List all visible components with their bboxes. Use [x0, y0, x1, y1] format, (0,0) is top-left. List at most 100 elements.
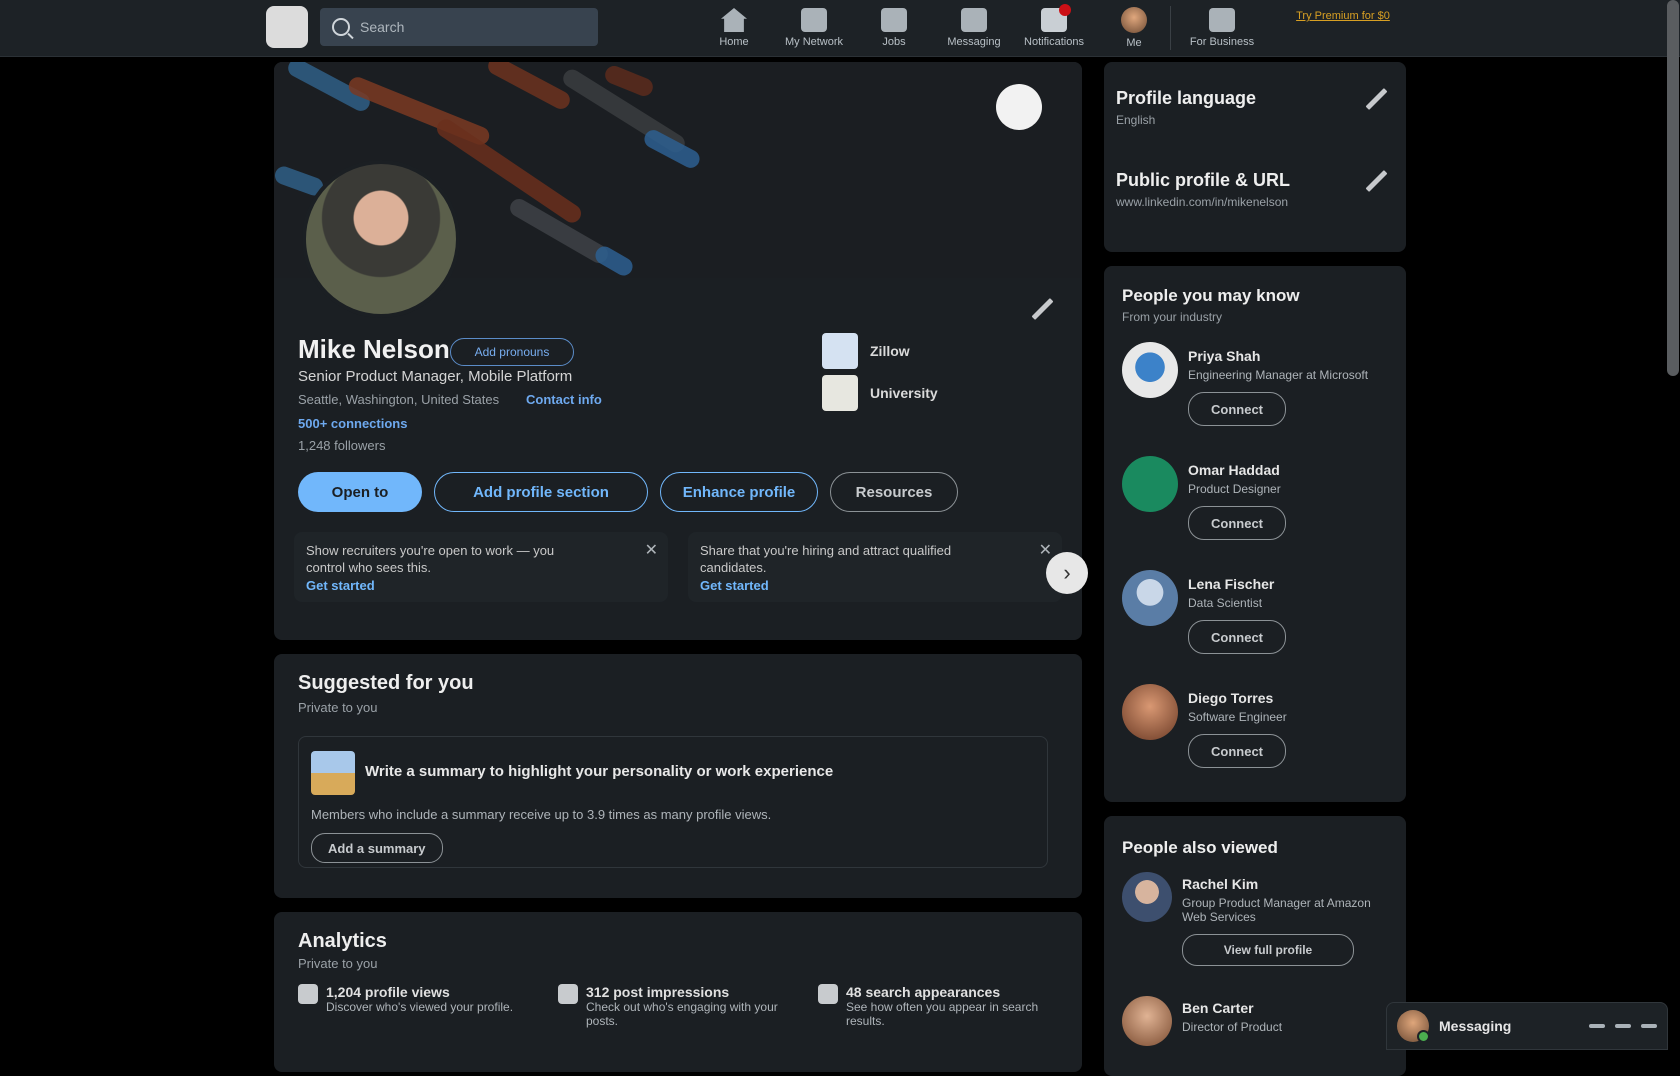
nav-me[interactable]: Me: [1094, 0, 1174, 56]
messaging-dock[interactable]: Messaging: [1386, 1002, 1668, 1050]
nav-jobs-label: Jobs: [882, 36, 906, 48]
nav-messaging[interactable]: Messaging: [934, 0, 1014, 56]
messaging-label: Messaging: [1439, 1018, 1512, 1034]
analytics-desc: Check out who's engaging with your posts…: [586, 1000, 778, 1028]
banner-stroke: [485, 62, 573, 113]
connections-link[interactable]: 500+ connections: [298, 416, 407, 431]
camera-icon[interactable]: [996, 84, 1042, 130]
search-icon: [818, 984, 838, 1004]
avatar[interactable]: [1122, 872, 1172, 922]
connect-button[interactable]: Connect: [1188, 392, 1286, 426]
analytics-head: 48 search appearances: [846, 984, 1001, 1000]
suggested-title: Suggested for you: [298, 672, 474, 694]
edit-intro-icon[interactable]: [1028, 294, 1056, 322]
connect-button[interactable]: Connect: [1188, 734, 1286, 768]
person-name[interactable]: Rachel Kim: [1182, 876, 1258, 892]
hiring-alert: Share that you're hiring and attract qua…: [688, 532, 1062, 602]
alert-text: Show recruiters you're open to work — yo…: [306, 543, 555, 575]
analytics-item[interactable]: 48 search appearances See how often you …: [818, 984, 1048, 1028]
resources-button[interactable]: Resources: [830, 472, 958, 512]
person-name[interactable]: Priya Shah: [1188, 348, 1260, 364]
person-card: Lena Fischer Data Scientist Connect: [1122, 564, 1388, 674]
avatar[interactable]: [1122, 684, 1178, 740]
person-name[interactable]: Omar Haddad: [1188, 462, 1280, 478]
people-subtitle: From your industry: [1122, 310, 1223, 324]
page-scrollbar[interactable]: [1667, 0, 1679, 376]
premium-link[interactable]: Try Premium for $0: [1278, 10, 1408, 44]
enhance-profile-button[interactable]: Enhance profile: [660, 472, 818, 512]
search-icon: [332, 18, 350, 36]
people-icon: [298, 984, 318, 1004]
add-summary-button[interactable]: Add a summary: [311, 833, 443, 863]
person-subtitle: Director of Product: [1182, 1020, 1283, 1034]
experience-name: University: [870, 385, 938, 401]
profile-actions: Open to Add profile section Enhance prof…: [298, 472, 958, 512]
edit-language-icon[interactable]: [1362, 84, 1390, 112]
analytics-head: 1,204 profile views: [326, 984, 450, 1000]
grid-icon: [1209, 8, 1235, 32]
compose-icon[interactable]: [1615, 1024, 1631, 1028]
nav-network[interactable]: My Network: [774, 0, 854, 56]
open-to-work-alert: Show recruiters you're open to work — yo…: [294, 532, 668, 602]
school-logo-icon: [822, 375, 858, 411]
avatar[interactable]: [1122, 456, 1178, 512]
message-icon: [961, 8, 987, 32]
open-to-button[interactable]: Open to: [298, 472, 422, 512]
connect-button[interactable]: Connect: [1188, 620, 1286, 654]
nav-for-business[interactable]: For Business: [1182, 0, 1262, 56]
person-name[interactable]: Diego Torres: [1188, 690, 1273, 706]
experience-summary: Zillow University: [822, 330, 938, 414]
avatar[interactable]: [302, 160, 460, 318]
nav-notifications[interactable]: Notifications: [1014, 0, 1094, 56]
bell-icon: [1041, 4, 1071, 32]
contact-info-link[interactable]: Contact info: [526, 392, 602, 407]
add-pronouns-button[interactable]: Add pronouns: [450, 338, 574, 366]
profile-language-row: Profile language English: [1116, 88, 1392, 127]
person-name[interactable]: Ben Carter: [1182, 1000, 1254, 1016]
top-navigation: Home My Network Jobs Messaging Notificat…: [0, 0, 1680, 57]
avatar[interactable]: [1122, 570, 1178, 626]
nav-jobs[interactable]: Jobs: [854, 0, 934, 56]
profile-language-value: English: [1116, 113, 1156, 127]
close-icon[interactable]: ✕: [1039, 540, 1052, 560]
analytics-desc: Discover who's viewed your profile.: [326, 1000, 514, 1014]
experience-item[interactable]: Zillow: [822, 330, 938, 372]
profile-settings-card: Profile language English Public profile …: [1104, 62, 1406, 252]
person-name[interactable]: Lena Fischer: [1188, 576, 1274, 592]
profile-headline: Senior Product Manager, Mobile Platform: [298, 368, 573, 385]
experience-item[interactable]: University: [822, 372, 938, 414]
add-section-button[interactable]: Add profile section: [434, 472, 648, 512]
analytics-item[interactable]: 312 post impressions Check out who's eng…: [558, 984, 788, 1028]
view-profile-button[interactable]: View full profile: [1182, 934, 1354, 966]
nav-business-label: For Business: [1189, 36, 1255, 48]
analytics-card: Analytics Private to you 1,204 profile v…: [274, 912, 1082, 1072]
edit-url-icon[interactable]: [1362, 166, 1390, 194]
nav-notifications-label: Notifications: [1024, 36, 1084, 48]
nav-divider: [1170, 6, 1171, 50]
linkedin-logo-icon[interactable]: [266, 6, 308, 48]
avatar: [1121, 7, 1147, 33]
avatar[interactable]: [1122, 996, 1172, 1046]
suggestion-description: Members who include a summary receive up…: [311, 807, 772, 822]
more-icon[interactable]: [1589, 1024, 1605, 1028]
search-box[interactable]: [320, 8, 598, 46]
person-subtitle: Group Product Manager at Amazon Web Serv…: [1182, 896, 1371, 924]
profile-location: Seattle, Washington, United States: [298, 392, 500, 407]
carousel-next-icon[interactable]: ›: [1046, 552, 1088, 594]
connect-button[interactable]: Connect: [1188, 506, 1286, 540]
close-icon[interactable]: ✕: [645, 540, 658, 560]
alert-link[interactable]: Get started: [700, 578, 1050, 593]
network-icon: [801, 8, 827, 32]
suggestion-headline: Write a summary to highlight your person…: [365, 763, 834, 780]
analytics-item[interactable]: 1,204 profile views Discover who's viewe…: [298, 984, 528, 1028]
analytics-title: Analytics: [298, 930, 387, 952]
alert-link[interactable]: Get started: [306, 578, 656, 593]
person-card: Diego Torres Software Engineer Connect: [1122, 678, 1388, 788]
profile-language-title: Profile language: [1116, 88, 1257, 108]
avatar[interactable]: [1122, 342, 1178, 398]
nav-home[interactable]: Home: [694, 0, 774, 56]
followers-count: 1,248 followers: [298, 438, 386, 453]
person-subtitle: Product Designer: [1188, 482, 1281, 496]
chevron-up-icon[interactable]: [1641, 1024, 1657, 1028]
search-input[interactable]: [358, 18, 582, 36]
